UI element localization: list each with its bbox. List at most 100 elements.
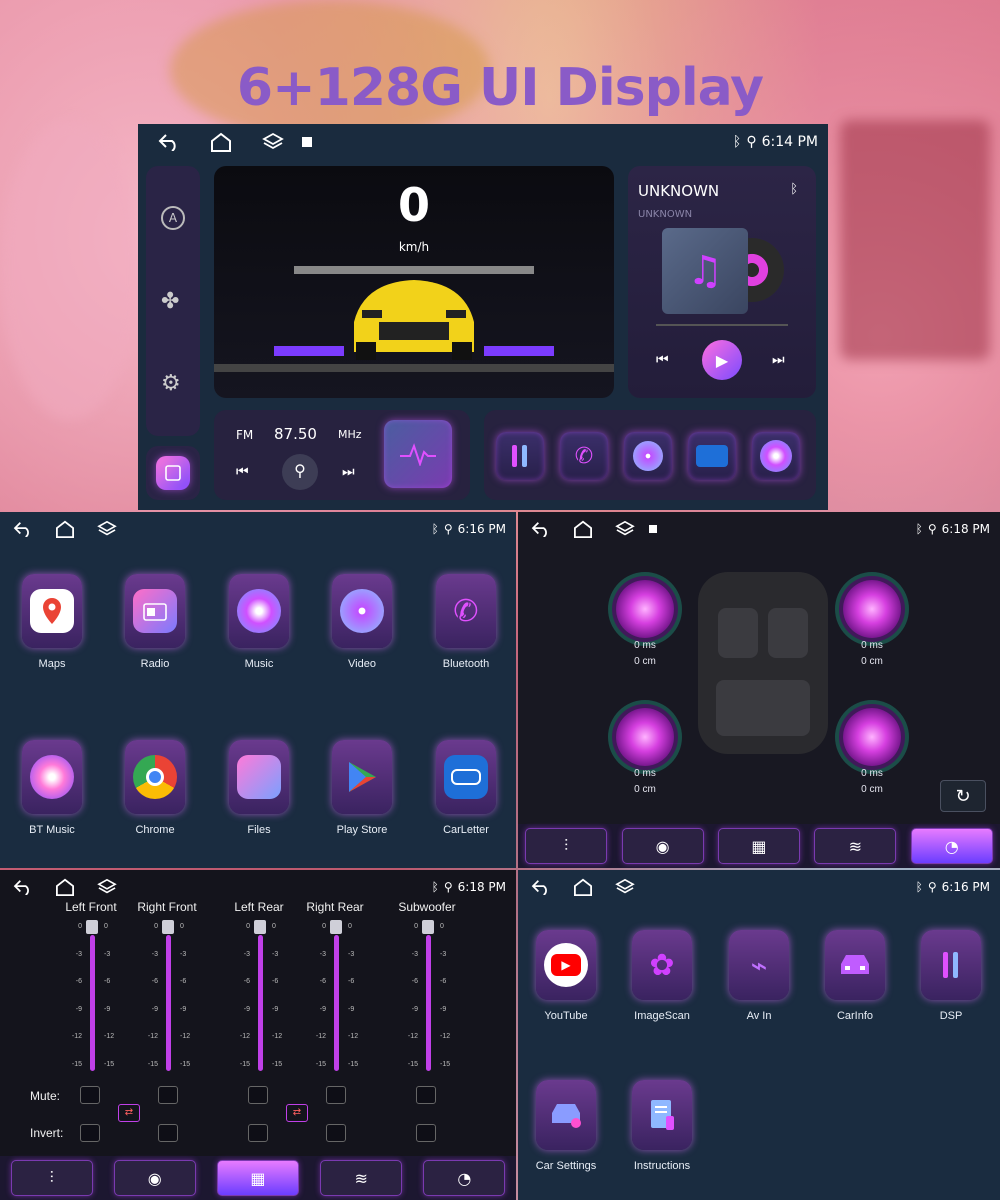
invert-checkbox-lr[interactable] [248,1124,268,1142]
home-icon[interactable] [54,518,76,540]
back-icon[interactable] [530,518,552,540]
app-files[interactable]: Files [209,740,309,836]
home-icon[interactable] [572,876,594,898]
volume-slider-track[interactable] [426,935,431,1071]
music-icon[interactable] [752,432,800,480]
fan-icon[interactable]: ✤ [161,289,179,314]
layers-icon[interactable] [614,518,636,540]
layers-icon[interactable] [96,518,118,540]
tab-equalizer[interactable]: ⫶ [10,1160,93,1196]
app-dsp[interactable]: DSP [901,930,1000,1022]
car-image [354,280,474,360]
invert-checkbox-sub[interactable] [416,1124,436,1142]
screen-capture-button[interactable] [146,446,200,500]
bt-music-icon [30,755,74,799]
files-icon [237,755,281,799]
app-car-settings[interactable]: Car Settings [518,1080,616,1172]
tab-sound-effects[interactable]: ≋ [814,828,897,864]
app-maps[interactable]: Maps [2,574,102,670]
mute-checkbox-sub[interactable] [416,1086,436,1104]
layers-icon[interactable] [614,876,636,898]
app-music[interactable]: Music [209,574,309,670]
speaker-rear-left[interactable] [616,708,674,766]
volume-slider-track[interactable] [90,935,95,1071]
speaker-front-right[interactable] [843,580,901,638]
scale-tick: -6 [75,978,82,985]
bluetooth-phone-icon[interactable]: ✆ [560,432,608,480]
radio-wave-icon[interactable] [384,420,452,488]
volume-slider-track[interactable] [166,935,171,1071]
volume-slider-knob[interactable] [422,920,434,934]
speaker-front-left[interactable] [616,580,674,638]
back-icon[interactable] [158,131,180,153]
tab-dsp[interactable]: ▦ [216,1160,299,1196]
app-imagescan[interactable]: ✿ ImageScan [612,930,712,1022]
invert-checkbox-lf[interactable] [80,1124,100,1142]
tab-sound-effects[interactable]: ≋ [320,1160,403,1196]
next-track-icon[interactable]: ⏭ [772,352,785,368]
tab-balance[interactable]: ◉ [621,828,704,864]
mute-checkbox-rf[interactable] [158,1086,178,1104]
app-carinfo[interactable]: CarInfo [805,930,905,1022]
delay-ms: 0 ms [634,768,656,779]
prev-track-icon[interactable]: ⏮ [656,352,669,368]
volume-slider-knob[interactable] [162,920,174,934]
app-radio[interactable]: Radio [105,574,205,670]
home-icon[interactable] [54,876,76,898]
radio-search-button[interactable]: ⚲ [282,454,318,490]
back-icon[interactable] [12,518,34,540]
app-chrome[interactable]: Chrome [105,740,205,836]
invert-checkbox-rf[interactable] [158,1124,178,1142]
app-video[interactable]: Video [312,574,412,670]
settings-icon[interactable]: ⚙ [161,371,181,396]
play-button[interactable]: ▶ [702,340,742,380]
app-av-in[interactable]: ⌁ Av In [709,930,809,1022]
youtube-icon: ▶ [544,943,588,987]
mute-checkbox-lr[interactable] [248,1086,268,1104]
tab-delay[interactable]: ◔ [910,828,993,864]
app-bluetooth[interactable]: ✆ Bluetooth [416,574,516,670]
app-instructions[interactable]: Instructions [612,1080,712,1172]
layers-icon[interactable] [96,876,118,898]
app-bt-music[interactable]: BT Music [2,740,102,836]
video-icon[interactable] [624,432,672,480]
radio-next-icon[interactable]: ⏭ [342,464,355,480]
back-icon[interactable] [12,876,34,898]
dsp-icon[interactable] [496,432,544,480]
scale-tick: -6 [411,978,418,985]
back-icon[interactable] [530,876,552,898]
volume-slider-track[interactable] [334,935,339,1071]
home-icon[interactable] [572,518,594,540]
mute-checkbox-rr[interactable] [326,1086,346,1104]
scale-tick: -15 [315,1060,326,1068]
app-carletter[interactable]: CarLetter [416,740,516,836]
tab-equalizer[interactable]: ⫶ [525,828,608,864]
progress-bar[interactable] [656,324,788,326]
home-icon[interactable] [210,131,232,153]
scale-tick: -3 [348,950,355,958]
volume-slider-track[interactable] [258,935,263,1071]
volume-slider-knob[interactable] [86,920,98,934]
app-play-store[interactable]: Play Store [312,740,412,836]
link-front-button[interactable]: ⇄ [118,1104,140,1122]
delay-ms: 0 ms [634,640,656,651]
radio-prev-icon[interactable]: ⏮ [236,464,249,480]
speaker-rear-right[interactable] [843,708,901,766]
volume-slider-knob[interactable] [330,920,342,934]
app-label: Play Store [336,824,388,836]
tab-dsp[interactable]: ▦ [717,828,800,864]
mute-checkbox-lf[interactable] [80,1086,100,1104]
carletter-icon[interactable] [688,432,736,480]
tab-balance[interactable]: ◉ [113,1160,196,1196]
layers-icon[interactable] [262,131,284,153]
scale-tick: -15 [104,1060,115,1068]
reset-button[interactable]: ↻ [940,780,986,812]
tab-delay[interactable]: ◔ [423,1160,506,1196]
apps-screen-2: ᛒ ⚲ 6:16 PM ▶ YouTube ✿ ImageScan ⌁ Av In Car… [518,870,1000,1200]
volume-slider-knob[interactable] [254,920,266,934]
auto-mode-icon[interactable]: A [161,206,185,230]
invert-checkbox-rr[interactable] [326,1124,346,1142]
app-label: Instructions [633,1160,691,1172]
link-rear-button[interactable]: ⇄ [286,1104,308,1122]
app-youtube[interactable]: ▶ YouTube [518,930,616,1022]
